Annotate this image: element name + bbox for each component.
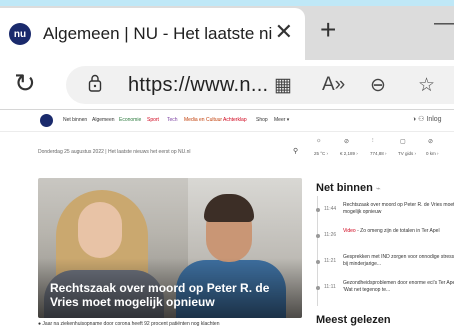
net-binnen-heading: Net binnen ⌁	[316, 182, 381, 194]
news-headline: Gesprekken met IND zorgen voor onnodige …	[343, 254, 454, 267]
info-widgets: ☼ ⊘ ⫶ ▢ ⊘ 25 °C › € 2,189 › 774,88 › TV …	[314, 138, 454, 168]
read-aloud-icon[interactable]: A»	[322, 74, 345, 96]
tab-title: Algemeen | NU - Het laatste nieu	[43, 24, 273, 43]
close-tab-icon[interactable]: ✕	[275, 21, 293, 43]
stocks-icon: ⫶	[372, 138, 374, 144]
timeline-dot	[316, 260, 320, 264]
article-link[interactable]: ● Jaar na ziekenhuisopname door corona h…	[38, 321, 219, 327]
meest-gelezen-heading: Meest gelezen	[316, 314, 391, 326]
tv-icon: ▢	[400, 139, 406, 145]
news-text: Gesprekken met IND zorgen voor onnodige …	[343, 254, 454, 268]
news-time: 11:44	[324, 206, 337, 212]
site-navigation: Net binnen Algemeen Economie Sport Tech …	[0, 110, 454, 132]
nu-favicon-icon: nu	[9, 23, 31, 45]
hero-headline[interactable]: Rechtszaak over moord op Peter R. de Vri…	[50, 281, 300, 309]
nav-shop[interactable]: Shop	[256, 117, 268, 123]
url-field[interactable]: https://www.n... ▦ A» ⊖ ☆	[66, 66, 454, 104]
tab-strip: nu Algemeen | NU - Het laatste nieu ✕ + …	[0, 0, 454, 60]
web-page: Net binnen Algemeen Economie Sport Tech …	[0, 110, 454, 328]
news-headline: Rechtszaak over moord op Peter R. de Vri…	[343, 202, 454, 215]
net-binnen-title: Net binnen	[316, 182, 373, 194]
minimize-window-icon[interactable]: —	[434, 12, 454, 35]
nav-media-en-cultuur[interactable]: Media en Cultuur	[184, 117, 222, 123]
traffic-icon: ⊘	[428, 139, 434, 145]
window-accent	[0, 0, 454, 6]
favorites-add-icon[interactable]: ☆	[418, 74, 435, 97]
nu-logo[interactable]	[40, 114, 53, 127]
dateline: Donderdag 25 augustus 2022 | Het laatste…	[38, 149, 191, 155]
news-text: Rechtszaak over moord op Peter R. de Vri…	[343, 202, 454, 216]
news-text: Gezondheidsproblemen door enorme eci's T…	[343, 280, 454, 294]
timeline-dot	[316, 286, 320, 290]
news-headline: - Zo omeng zijn de totalen in Ter Apel	[355, 228, 440, 234]
nav-algemeen[interactable]: Algemeen	[92, 117, 115, 123]
news-item[interactable]: 11:21 Gesprekken met IND zorgen voor onn…	[316, 254, 454, 278]
url-text: https://www.n...	[128, 74, 269, 96]
news-time: 11:21	[324, 258, 337, 264]
currency-value[interactable]: € 2,189 ›	[340, 151, 358, 156]
news-item[interactable]: 11:26 Video - Zo omeng zijn de totalen i…	[316, 228, 454, 252]
nav-achterklap[interactable]: Achterklap	[223, 117, 247, 123]
tv-guide-link[interactable]: TV gids ›	[398, 151, 416, 156]
currency-icon: ⊘	[344, 139, 350, 145]
hero-article[interactable]: Rechtszaak over moord op Peter R. de Vri…	[38, 178, 302, 318]
search-icon[interactable]: ⚲	[293, 147, 298, 155]
apps-icon[interactable]: ▦	[274, 74, 292, 97]
news-headline: Gezondheidsproblemen door enorme eci's T…	[343, 280, 454, 293]
nav-net-binnen[interactable]: Net binnen	[63, 117, 87, 123]
news-item[interactable]: 11:11 Gezondheidsproblemen door enorme e…	[316, 280, 454, 304]
weather-value[interactable]: 25 °C ›	[314, 151, 328, 156]
news-text: Video - Zo omeng zijn de totalen in Ter …	[343, 228, 454, 235]
timeline-dot	[316, 234, 320, 238]
traffic-value[interactable]: 0 km ›	[426, 151, 439, 156]
nav-tech[interactable]: Tech	[167, 117, 178, 123]
hero-image-person	[78, 202, 122, 258]
reload-icon[interactable]: ↻	[14, 70, 36, 96]
lock-icon[interactable]	[88, 74, 102, 92]
browser-tab-active[interactable]: nu Algemeen | NU - Het laatste nieu ✕	[0, 8, 305, 60]
nav-meer[interactable]: Meer ▾	[274, 117, 289, 123]
news-time: 11:26	[324, 232, 337, 238]
account-login-link[interactable]: ◑ ⚇ Inlog	[412, 115, 442, 123]
weather-icon: ☼	[316, 138, 322, 144]
stocks-value[interactable]: 774,88 ›	[370, 151, 387, 156]
address-bar: ↻ https://www.n... ▦ A» ⊖ ☆	[0, 60, 454, 110]
zoom-out-icon[interactable]: ⊖	[370, 74, 386, 97]
news-time: 11:11	[324, 284, 336, 290]
timeline-dot	[316, 208, 320, 212]
news-item[interactable]: 11:44 Rechtszaak over moord op Peter R. …	[316, 202, 454, 226]
new-tab-button[interactable]: +	[320, 16, 336, 44]
nav-economie[interactable]: Economie	[119, 117, 141, 123]
news-prefix: Video	[343, 228, 356, 234]
rss-icon: ⌁	[375, 184, 381, 193]
nav-sport[interactable]: Sport	[147, 117, 159, 123]
